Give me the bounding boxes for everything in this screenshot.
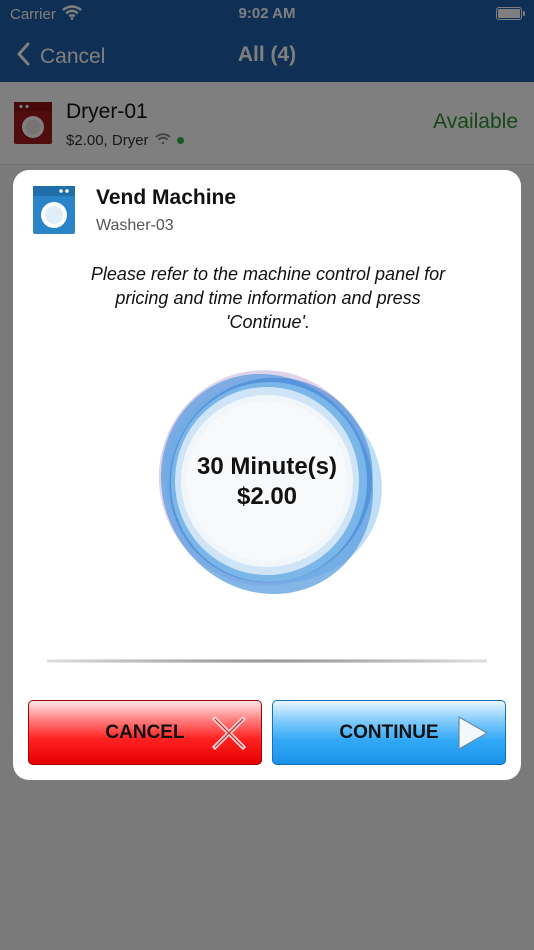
dialog-title: Vend Machine: [96, 186, 237, 209]
dialog-subtitle: Washer-03: [96, 217, 174, 234]
vend-dialog: Vend Machine Washer-03 Please refer to t…: [13, 170, 521, 780]
x-icon: [211, 715, 247, 751]
cycle-badge: 30 Minute(s) $2.00: [147, 366, 387, 600]
cycle-duration: 30 Minute(s): [196, 453, 337, 480]
continue-button[interactable]: CONTINUE: [272, 700, 506, 765]
cycle-price: $2.00: [236, 483, 298, 510]
divider: [47, 659, 487, 663]
cycle-info: 30 Minute(s) $2.00: [147, 452, 387, 512]
washer-icon: [33, 186, 75, 234]
cancel-button[interactable]: CANCEL: [28, 700, 262, 765]
play-triangle-icon: [455, 715, 491, 751]
dialog-message: Please refer to the machine control pane…: [90, 264, 446, 332]
